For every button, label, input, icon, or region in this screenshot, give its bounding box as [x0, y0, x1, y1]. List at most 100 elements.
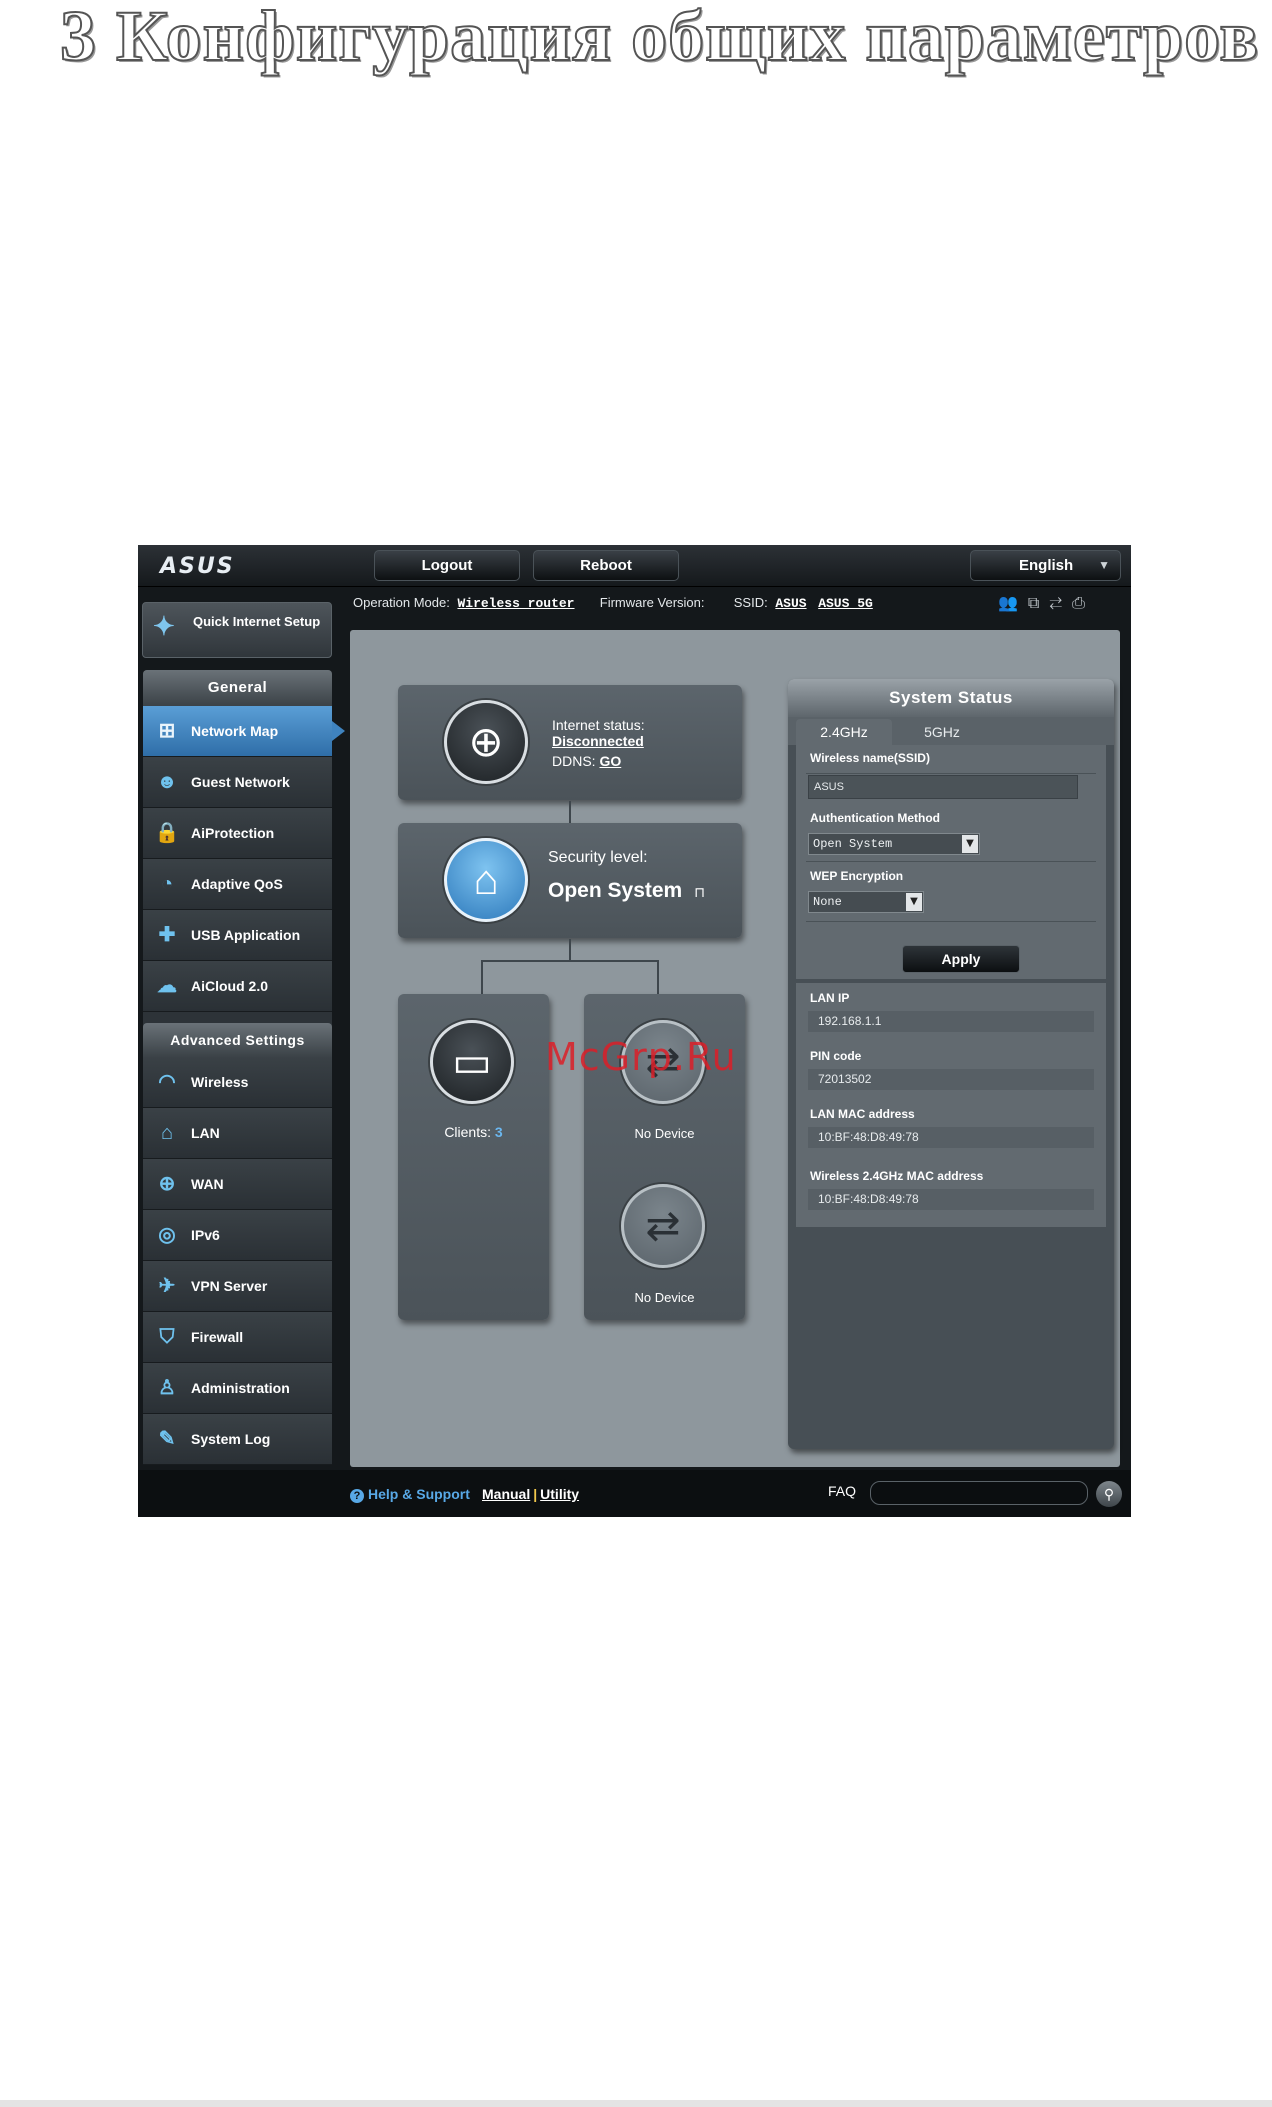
ddns-row: DDNS: GO — [552, 753, 621, 769]
clients-count[interactable]: 3 — [495, 1124, 503, 1140]
help-support-link[interactable]: ? Help & Support — [350, 1486, 470, 1503]
sidebar-item-administration[interactable]: ♙ Administration — [143, 1363, 332, 1414]
sidebar-item-label: AiCloud 2.0 — [191, 978, 269, 994]
question-icon: ? — [350, 1489, 364, 1503]
device-info-box: LAN IP 192.168.1.1 PIN code 72013502 LAN… — [796, 983, 1106, 1227]
router-ui-screenshot: ASUS Logout Reboot English ▼ Operation M… — [138, 545, 1131, 1517]
sidebar-item-ipv6[interactable]: ◎ IPv6 — [143, 1210, 332, 1261]
system-status-title: System Status — [788, 679, 1114, 717]
help-support-label: Help & Support — [368, 1486, 470, 1502]
top-bar: ASUS Logout Reboot English ▼ — [138, 545, 1131, 587]
sidebar-item-system-log[interactable]: ✎ System Log — [143, 1414, 332, 1465]
tab-2-4ghz[interactable]: 2.4GHz — [796, 719, 892, 745]
log-icon: ✎ — [158, 1428, 176, 1450]
lan-ip-label: LAN IP — [810, 991, 850, 1005]
chevron-down-icon: ▼ — [1098, 558, 1110, 572]
sidebar-item-usb-application[interactable]: ✚ USB Application — [143, 910, 332, 961]
sidebar-item-adaptive-qos[interactable]: ◔ Adaptive QoS — [143, 859, 332, 910]
sidebar-item-aiprotection[interactable]: 🔒 AiProtection — [143, 808, 332, 859]
guest-network-icon: ☻ — [156, 771, 178, 793]
globe-icon: ⊕ — [444, 700, 528, 784]
internet-status-label: Internet status: — [552, 717, 645, 733]
info-bar: Operation Mode: Wireless router Firmware… — [353, 595, 873, 617]
ssid-field-label: Wireless name(SSID) — [810, 751, 930, 765]
router-icon: ⌂ — [444, 838, 528, 922]
internet-status-card[interactable]: ⊕ Internet status: Disconnected DDNS: GO — [398, 685, 742, 800]
logout-button[interactable]: Logout — [374, 550, 520, 581]
system-status-panel: System Status 2.4GHz 5GHz Wireless name(… — [788, 679, 1114, 1449]
internet-status-value[interactable]: Disconnected — [552, 733, 644, 749]
advanced-menu: Advanced Settings ◠ Wireless ⌂ LAN ⊕ WAN… — [143, 1023, 332, 1465]
sidebar-item-guest-network[interactable]: ☻ Guest Network — [143, 757, 332, 808]
tab-5ghz[interactable]: 5GHz — [894, 719, 990, 745]
sidebar-item-aicloud[interactable]: ☁ AiCloud 2.0 — [143, 961, 332, 1012]
ipv6-icon: ◎ — [158, 1224, 176, 1246]
sidebar-item-label: VPN Server — [191, 1278, 268, 1294]
general-menu: General ⊞ Network Map ☻ Guest Network 🔒 … — [143, 670, 345, 1052]
lock-icon: 🔒 — [154, 822, 180, 844]
ssid-input[interactable]: ASUS — [808, 775, 1078, 799]
sidebar-item-label: Adaptive QoS — [191, 876, 283, 892]
ddns-label: DDNS: — [552, 753, 596, 769]
sidebar-item-label: Firewall — [191, 1329, 244, 1345]
network-map-content: ⊕ Internet status: Disconnected DDNS: GO… — [350, 630, 1120, 1467]
printer-status-icon[interactable]: ⎙ — [1072, 595, 1095, 612]
op-mode-link[interactable]: Wireless router — [457, 596, 574, 611]
unlock-icon: ⊓ — [694, 884, 705, 900]
faq-label: FAQ — [828, 1483, 857, 1499]
usb-status-icon[interactable]: ⇄ — [1049, 595, 1072, 612]
auth-method-select[interactable]: Open System ▼ — [808, 833, 980, 855]
sidebar-item-label: Network Map — [191, 723, 279, 739]
lan-mac-value: 10:BF:48:D8:49:78 — [808, 1127, 1094, 1148]
usb-2-status: No Device — [634, 1290, 695, 1305]
sidebar-item-label: Guest Network — [191, 774, 290, 790]
pin-code-label: PIN code — [810, 1049, 862, 1063]
sidebar-item-firewall[interactable]: ⛉ Firewall — [143, 1312, 332, 1363]
shield-icon: ⛉ — [159, 1326, 175, 1348]
network-map-icon: ⊞ — [158, 720, 176, 742]
quick-setup-label: Quick Internet Setup — [193, 614, 321, 629]
pin-code-value: 72013502 — [808, 1069, 1094, 1090]
sidebar-item-label: Administration — [191, 1380, 290, 1396]
wireless-mac-label: Wireless 2.4GHz MAC address — [810, 1169, 984, 1183]
globe-icon: ⊕ — [158, 1173, 176, 1195]
language-select[interactable]: English ▼ — [970, 550, 1121, 581]
manual-link[interactable]: Manual — [482, 1486, 530, 1502]
clients-label: Clients: — [444, 1124, 491, 1140]
utility-link[interactable]: Utility — [540, 1486, 579, 1502]
puzzle-icon: ✚ — [158, 924, 176, 946]
speedometer-icon: ◔ — [160, 873, 174, 895]
search-icon[interactable]: ⚲ — [1096, 1481, 1122, 1507]
chevron-down-icon: ▼ — [906, 893, 922, 911]
ddns-go-link[interactable]: GO — [599, 753, 621, 769]
clients-card[interactable]: ▭ Clients: 3 — [398, 994, 549, 1320]
faq-search-input[interactable] — [870, 1481, 1088, 1505]
apply-button[interactable]: Apply — [902, 945, 1020, 973]
usb-icon[interactable]: ⇄ — [621, 1184, 705, 1268]
clients-status-icon[interactable]: 👥 — [998, 595, 1028, 612]
usb-1-status: No Device — [634, 1126, 695, 1141]
cloud-icon: ☁ — [157, 975, 177, 997]
sidebar-item-label: USB Application — [191, 927, 301, 943]
sidebar-item-label: WAN — [191, 1176, 224, 1192]
wireless-settings-box: Wireless name(SSID) ASUS Authentication … — [796, 745, 1106, 979]
security-level-value: Open System ⊓ — [548, 879, 705, 903]
ssid-link-24[interactable]: ASUS — [775, 596, 806, 611]
copy-status-icon[interactable]: ⧉ — [1028, 595, 1049, 612]
router-security-card[interactable]: ⌂ Security level: Open System ⊓ — [398, 823, 742, 938]
wep-encryption-select[interactable]: None ▼ — [808, 891, 924, 913]
sidebar-item-vpn-server[interactable]: ✈ VPN Server — [143, 1261, 332, 1312]
clients-row: Clients: 3 — [398, 1124, 549, 1140]
sidebar-item-wireless[interactable]: ◠ Wireless — [143, 1057, 332, 1108]
sidebar-item-wan[interactable]: ⊕ WAN — [143, 1159, 332, 1210]
quick-internet-setup-button[interactable]: ✦ Quick Internet Setup — [142, 602, 332, 658]
sidebar-item-network-map[interactable]: ⊞ Network Map — [143, 706, 345, 757]
security-level-text: Open System — [548, 879, 683, 902]
auth-method-label: Authentication Method — [810, 811, 940, 825]
ssid-link-5g[interactable]: ASUS_5G — [818, 596, 873, 611]
reboot-button[interactable]: Reboot — [533, 550, 679, 581]
lan-mac-label: LAN MAC address — [810, 1107, 915, 1121]
sidebar-item-label: System Log — [191, 1431, 271, 1447]
sidebar-item-lan[interactable]: ⌂ LAN — [143, 1108, 332, 1159]
auth-method-value: Open System — [813, 837, 893, 851]
